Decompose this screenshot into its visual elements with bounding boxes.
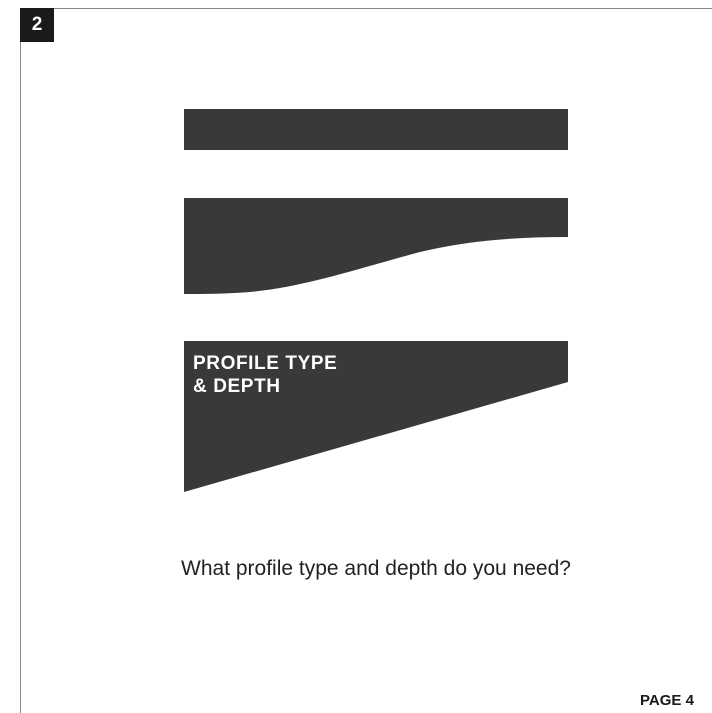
profile-type-depth-title: PROFILE TYPE & DEPTH [193, 353, 338, 397]
flat-profile-shape[interactable] [184, 109, 568, 150]
profile-shapes [184, 109, 568, 492]
question-text: What profile type and depth do you need? [181, 557, 571, 580]
curved-profile-shape[interactable] [184, 198, 568, 294]
page-number-label: PAGE 4 [640, 692, 694, 709]
